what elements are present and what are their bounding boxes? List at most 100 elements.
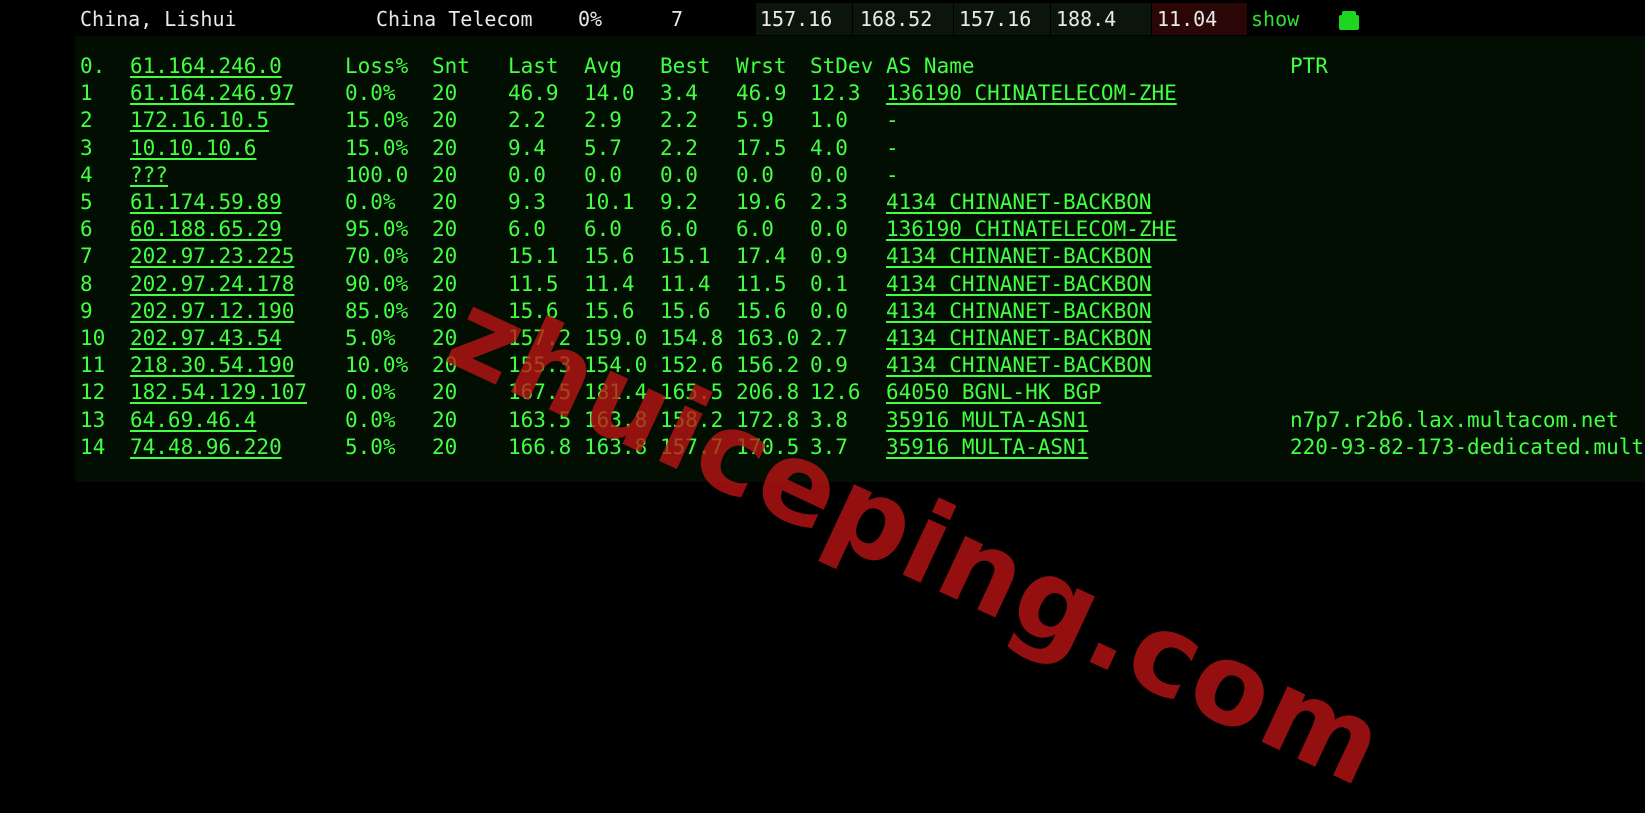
sent: 20 [432, 271, 458, 296]
avg: 15.6 [584, 244, 635, 269]
worst: 156.2 [736, 353, 800, 378]
loss: 5.0% [345, 434, 396, 459]
host[interactable]: 74.48.96.220 [130, 434, 282, 460]
sent: 20 [432, 81, 458, 106]
best: 15.1 [660, 244, 711, 269]
worst: 206.8 [736, 380, 800, 405]
worst: 46.9 [736, 81, 787, 106]
stdev-header: StDev [810, 54, 874, 78]
host-header[interactable]: 61.164.246.0 [130, 53, 282, 79]
best: 0.0 [660, 162, 698, 187]
as-name[interactable]: 4134 CHINANET-BACKBON [886, 325, 1152, 351]
avg: 154.0 [584, 353, 648, 378]
last-header: Last [508, 54, 559, 78]
as-name[interactable]: 4134 CHINANET-BACKBON [886, 243, 1152, 269]
host[interactable]: 64.69.46.4 [130, 407, 256, 433]
table-row: 9 202.97.12.190 85.0% 20 15.6 15.6 15.6 15.6 0.0… [75, 298, 1645, 324]
loss-header: Loss% [345, 54, 409, 78]
node-isp: China Telecom [376, 7, 533, 31]
worst: 6.0 [736, 217, 774, 242]
stat-avg: 168.52 [860, 7, 933, 31]
last: 0.0 [508, 162, 546, 187]
table-row: 13 64.69.46.4 0.0% 20 163.5 163.8 158.2 172.8 3.… [75, 407, 1645, 433]
table-row: 14 74.48.96.220 5.0% 20 166.8 163.8 157.7 170.5… [75, 434, 1645, 460]
show-link[interactable]: show [1251, 6, 1299, 32]
loss: 0.0% [345, 380, 396, 405]
stdev: 4.0 [810, 135, 848, 160]
as-name[interactable]: 136190 CHINATELECOM-ZHE [886, 80, 1177, 106]
loss: 0.0% [345, 190, 396, 214]
best: 3.4 [660, 81, 698, 106]
worst: 19.6 [736, 190, 787, 214]
hop-count: 7 [671, 7, 684, 31]
host[interactable]: 61.164.246.97 [130, 80, 294, 106]
node-location: China, Lishui [80, 7, 237, 31]
host[interactable]: 202.97.24.178 [130, 271, 294, 297]
last: 6.0 [508, 217, 546, 242]
host[interactable]: 202.97.43.54 [130, 325, 282, 351]
stdev: 0.9 [810, 353, 848, 378]
host[interactable]: 60.188.65.29 [130, 216, 282, 242]
hop-number: 9 [80, 298, 93, 323]
host[interactable]: 202.97.12.190 [130, 298, 294, 324]
host[interactable]: 218.30.54.190 [130, 352, 294, 378]
host[interactable]: 10.10.10.6 [130, 135, 256, 161]
sent: 20 [432, 353, 458, 378]
as-name[interactable]: 35916 MULTA-ASN1 [886, 434, 1088, 460]
sent: 20 [432, 407, 458, 432]
avg: 163.8 [584, 407, 648, 432]
host[interactable]: 202.97.23.225 [130, 243, 294, 269]
worst: 15.6 [736, 298, 787, 323]
as-name[interactable]: 4134 CHINANET-BACKBON [886, 352, 1152, 378]
host[interactable]: 61.174.59.89 [130, 189, 282, 215]
stdev: 0.1 [810, 271, 848, 296]
host[interactable]: ??? [130, 162, 168, 188]
snt-header: Snt [432, 54, 470, 78]
avg: 2.9 [584, 108, 622, 133]
ptr: n7p7.r2b6.lax.multacom.net [1290, 407, 1619, 432]
avg: 11.4 [584, 271, 635, 296]
loss: 15.0% [345, 108, 409, 133]
last: 15.6 [508, 298, 559, 323]
best: 15.6 [660, 298, 711, 323]
last: 2.2 [508, 108, 546, 133]
as-name: - [886, 108, 899, 133]
sent: 20 [432, 190, 458, 214]
hop-number: 6 [80, 217, 93, 242]
sent: 20 [432, 298, 458, 323]
sent: 20 [432, 162, 458, 187]
as-name[interactable]: 4134 CHINANET-BACKBON [886, 189, 1152, 215]
best: 2.2 [660, 135, 698, 160]
avg: 159.0 [584, 326, 648, 350]
as-name[interactable]: 35916 MULTA-ASN1 [886, 407, 1088, 433]
table-row: 5 61.174.59.89 0.0% 20 9.3 10.1 9.2 19.6 2.3 4134… [75, 189, 1645, 215]
as-name[interactable]: 136190 CHINATELECOM-ZHE [886, 216, 1177, 242]
loss: 95.0% [345, 217, 409, 242]
as-name[interactable]: 4134 CHINANET-BACKBON [886, 271, 1152, 297]
stat-last: 157.16 [760, 7, 833, 31]
sent: 20 [432, 326, 458, 350]
as-name-header: AS Name [886, 54, 975, 78]
stdev: 0.0 [810, 162, 848, 187]
as-name[interactable]: 64050 BGNL-HK BGP [886, 379, 1101, 405]
hop-number: 8 [80, 271, 93, 296]
best: 152.6 [660, 353, 724, 378]
hop-number: 3 [80, 135, 93, 160]
best: 157.7 [660, 434, 724, 459]
sent: 20 [432, 135, 458, 160]
sent: 20 [432, 217, 458, 242]
host[interactable]: 172.16.10.5 [130, 107, 269, 133]
map-icon[interactable] [1339, 11, 1359, 30]
hop-number: 10 [80, 326, 106, 350]
best-header: Best [660, 54, 711, 78]
as-name[interactable]: 4134 CHINANET-BACKBON [886, 298, 1152, 324]
stdev: 0.0 [810, 298, 848, 323]
avg: 0.0 [584, 162, 622, 187]
worst: 17.4 [736, 244, 787, 269]
best: 6.0 [660, 217, 698, 242]
best: 11.4 [660, 271, 711, 296]
avg: 163.8 [584, 434, 648, 459]
worst: 163.0 [736, 326, 800, 350]
table-row: 1 61.164.246.97 0.0% 20 46.9 14.0 3.4 46.9 12.3 1… [75, 80, 1645, 106]
host[interactable]: 182.54.129.107 [130, 379, 307, 405]
